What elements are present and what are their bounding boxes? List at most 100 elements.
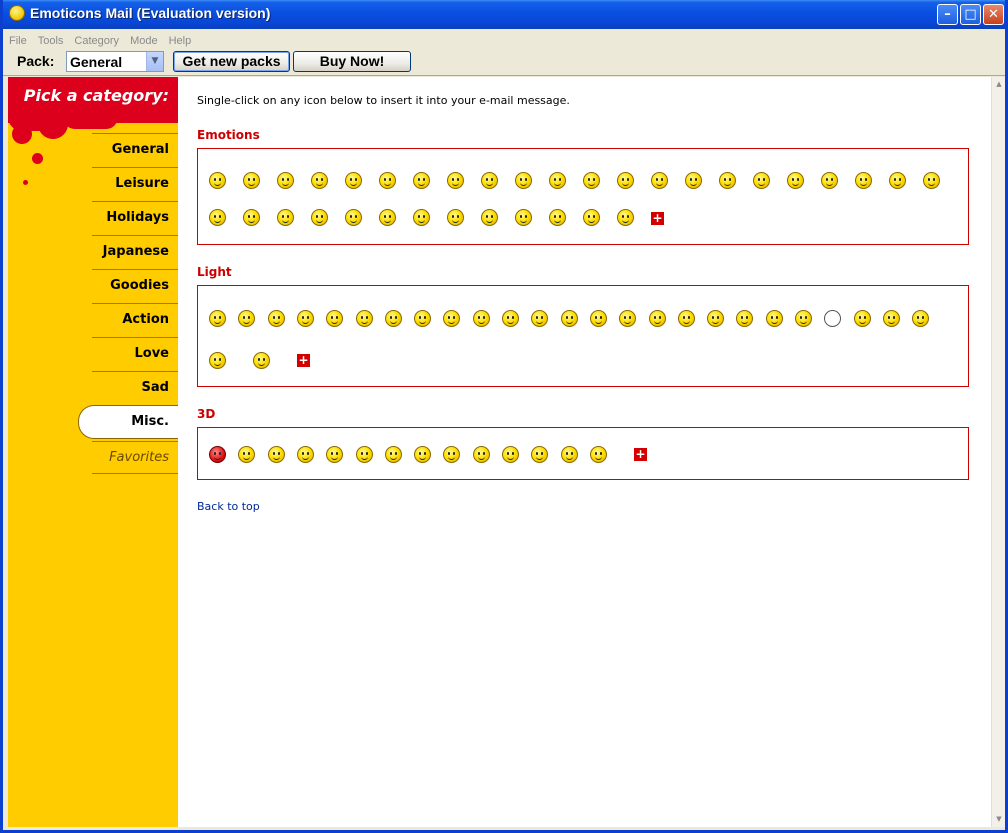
smiley-icon[interactable] [617,172,634,189]
plus-icon[interactable]: + [297,354,310,367]
vertical-scrollbar[interactable]: ▲ ▼ [991,77,1005,827]
smiley-icon[interactable] [472,310,490,327]
smiley-icon[interactable] [384,310,402,327]
sidebar-item-japanese[interactable]: Japanese [92,235,178,266]
smiley-icon[interactable] [855,172,872,189]
sidebar-item-general[interactable]: General [92,133,178,164]
plus-icon[interactable]: + [634,448,647,461]
sidebar-item-holidays[interactable]: Holidays [92,201,178,232]
smiley-icon[interactable] [619,310,637,327]
smiley-icon[interactable] [413,172,430,189]
smiley-icon[interactable] [677,310,695,327]
smiley-icon[interactable] [853,310,871,327]
smiley-icon[interactable] [238,310,256,327]
smiley-icon[interactable] [502,310,519,327]
sidebar-item-sad[interactable]: Sad [92,371,178,402]
smiley-icon[interactable] [311,172,328,189]
smiley-icon[interactable] [384,446,402,463]
smiley-icon[interactable] [515,172,532,189]
smiley-icon[interactable] [472,446,490,463]
smiley-icon[interactable] [549,172,566,189]
minimize-button[interactable]: – [937,4,958,25]
smiley-icon[interactable] [277,209,294,226]
smiley-icon[interactable] [277,172,294,189]
menu-file[interactable]: File [3,32,32,47]
maximize-button[interactable]: □ [960,4,981,25]
smiley-icon[interactable] [413,209,430,226]
smiley-icon[interactable] [651,172,668,189]
title-bar[interactable]: Emoticons Mail (Evaluation version) – □ … [3,0,1005,29]
smiley-icon[interactable] [209,209,226,226]
sidebar-item-favorites[interactable]: Favorites [92,441,178,472]
smiley-icon[interactable] [243,209,260,226]
menu-category[interactable]: Category [68,32,124,47]
smiley-icon[interactable] [345,172,362,189]
back-to-top-link[interactable]: Back to top [197,500,260,513]
smiley-icon[interactable] [648,310,666,327]
smiley-icon[interactable] [326,310,344,327]
smiley-icon[interactable] [889,172,906,189]
smiley-icon[interactable] [379,209,396,226]
sidebar-item-action[interactable]: Action [92,303,178,334]
smiley-icon[interactable] [443,446,461,463]
smiley-icon[interactable] [560,310,578,327]
smiley-icon[interactable] [549,209,566,226]
smiley-icon[interactable] [267,310,285,327]
smiley-icon[interactable] [795,310,812,327]
close-button[interactable]: ✕ [983,4,1004,25]
smiley-icon[interactable] [209,310,226,327]
smiley-icon[interactable] [447,209,464,226]
smiley-icon[interactable] [481,209,498,226]
smiley-icon[interactable] [617,209,634,226]
menu-mode[interactable]: Mode [124,32,163,47]
chevron-up-icon[interactable]: ▲ [993,78,1005,91]
smiley-icon[interactable] [753,172,770,189]
smiley-icon[interactable] [736,310,754,327]
smiley-icon[interactable] [583,209,600,226]
smiley-icon[interactable] [296,310,314,327]
buy-now-button[interactable]: Buy Now! [293,51,411,72]
smiley-icon[interactable] [379,172,396,189]
chevron-down-icon[interactable]: ▼ [993,813,1005,826]
smiley-icon[interactable] [345,209,362,226]
smiley-icon[interactable] [209,446,226,463]
smiley-icon[interactable] [209,352,226,369]
smiley-icon[interactable] [531,310,549,327]
smiley-icon[interactable] [589,310,607,327]
smiley-icon[interactable] [912,310,930,327]
smiley-icon[interactable] [253,352,270,369]
sidebar-item-love[interactable]: Love [92,337,178,368]
smiley-icon[interactable] [296,446,314,463]
smiley-icon[interactable] [583,172,600,189]
smiley-icon[interactable] [719,172,736,189]
get-new-packs-button[interactable]: Get new packs [173,51,290,72]
sidebar-item-leisure[interactable]: Leisure [92,167,178,198]
smiley-icon[interactable] [531,446,549,463]
smiley-icon[interactable] [824,310,842,327]
menu-tools[interactable]: Tools [32,32,69,47]
smiley-icon[interactable] [923,172,940,189]
smiley-icon[interactable] [447,172,464,189]
smiley-icon[interactable] [238,446,256,463]
smiley-icon[interactable] [414,446,432,463]
plus-icon[interactable]: + [651,212,664,225]
smiley-icon[interactable] [787,172,804,189]
smiley-icon[interactable] [326,446,344,463]
smiley-icon[interactable] [267,446,285,463]
pack-dropdown[interactable]: General ▼ [66,51,164,72]
smiley-icon[interactable] [355,310,373,327]
smiley-icon[interactable] [765,310,783,327]
smiley-icon[interactable] [515,209,532,226]
smiley-icon[interactable] [560,446,578,463]
chevron-down-icon[interactable]: ▼ [146,52,163,71]
smiley-icon[interactable] [355,446,373,463]
smiley-icon[interactable] [707,310,725,327]
smiley-icon[interactable] [243,172,260,189]
smiley-icon[interactable] [481,172,498,189]
smiley-icon[interactable] [821,172,838,189]
smiley-icon[interactable] [311,209,328,226]
smiley-icon[interactable] [414,310,432,327]
smiley-icon[interactable] [882,310,900,327]
smiley-icon[interactable] [502,446,519,463]
smiley-icon[interactable] [685,172,702,189]
